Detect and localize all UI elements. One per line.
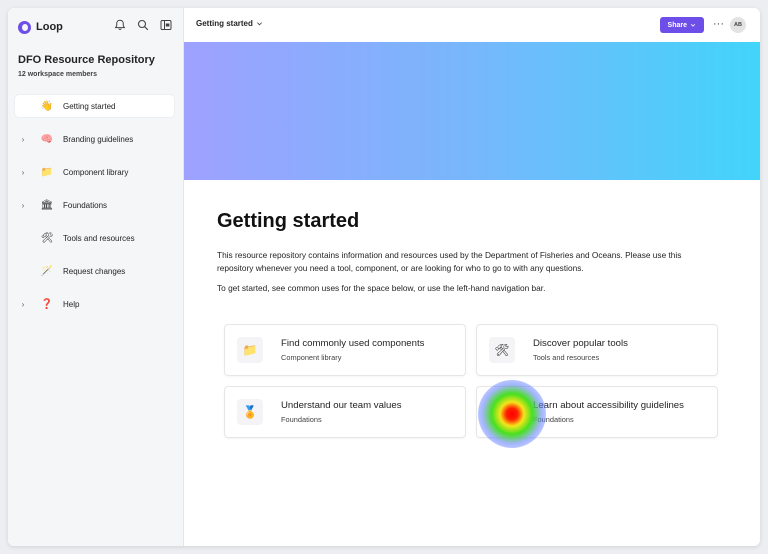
sidebar-item-foundations[interactable]: › 🏛 Foundations (15, 194, 174, 216)
workspace-title[interactable]: DFO Resource Repository (18, 54, 155, 66)
card-title: Discover popular tools (533, 338, 628, 349)
page-content: Getting started This resource repository… (217, 210, 717, 293)
sidebar-item-label: Getting started (63, 101, 116, 111)
sidebar-item-label: Branding guidelines (63, 134, 134, 144)
card-accessibility-guidelines[interactable]: 🏛 Learn about accessibility guidelines F… (477, 387, 717, 437)
chevron-right-icon[interactable]: › (17, 168, 29, 177)
folder-icon: 📁 (40, 166, 54, 178)
question-mark-icon: ❓ (40, 298, 54, 310)
app-name: Loop (36, 21, 63, 33)
card-discover-tools[interactable]: 🛠 Discover popular tools Tools and resou… (477, 325, 717, 375)
sidebar-item-component-library[interactable]: › 📁 Component library (15, 161, 174, 183)
sidebar-item-label: Help (63, 299, 80, 309)
sidebar-nav: 👋 Getting started › 🧠 Branding guideline… (15, 95, 174, 326)
chevron-right-icon[interactable]: › (17, 135, 29, 144)
page-description: This resource repository contains inform… (217, 250, 682, 273)
sidebar-item-branding-guidelines[interactable]: › 🧠 Branding guidelines (15, 128, 174, 150)
workspace-members[interactable]: 12 workspace members (18, 71, 97, 78)
sidebar-item-tools-and-resources[interactable]: 🛠 Tools and resources (15, 227, 174, 249)
search-icon[interactable] (136, 18, 150, 32)
panel-toggle-icon[interactable] (159, 18, 173, 32)
page-instruction: To get started, see common uses for the … (217, 283, 546, 293)
card-title: Find commonly used components (281, 338, 425, 349)
card-title: Understand our team values (281, 400, 402, 411)
folder-icon: 📁 (237, 337, 263, 363)
waving-hand-icon: 👋 (40, 100, 54, 112)
sidebar-item-label: Tools and resources (63, 233, 135, 243)
card-find-components[interactable]: 📁 Find commonly used components Componen… (225, 325, 465, 375)
card-team-values[interactable]: 🏅 Understand our team values Foundations (225, 387, 465, 437)
chevron-right-icon[interactable]: › (17, 201, 29, 210)
tools-icon: 🛠 (489, 337, 515, 363)
card-subtitle: Foundations (281, 415, 322, 424)
page-name: Getting started (196, 19, 253, 28)
chevron-down-icon (256, 22, 262, 26)
loop-logo-icon (18, 20, 31, 34)
share-label: Share (667, 21, 687, 29)
sidebar-item-label: Foundations (63, 200, 108, 210)
card-subtitle: Component library (281, 353, 342, 362)
page-name-menu[interactable]: Getting started (196, 19, 263, 28)
card-subtitle: Foundations (533, 415, 574, 424)
chevron-down-icon (690, 23, 696, 27)
card-subtitle: Tools and resources (533, 353, 600, 362)
sidebar-item-getting-started[interactable]: 👋 Getting started (15, 95, 174, 117)
medal-icon: 🏅 (237, 399, 263, 425)
avatar[interactable]: AB (730, 17, 746, 33)
sidebar: Loop DFO Resource Repository 12 workspac… (8, 8, 184, 546)
card-title: Learn about accessibility guidelines (533, 400, 684, 411)
sidebar-item-label: Component library (63, 167, 129, 177)
share-button[interactable]: Share (659, 17, 704, 33)
page-banner (184, 42, 760, 180)
classical-building-icon: 🏛 (489, 399, 515, 425)
brain-icon: 🧠 (40, 133, 54, 145)
brand[interactable]: Loop (18, 18, 63, 36)
sidebar-item-request-changes[interactable]: 🪄 Request changes (15, 260, 174, 282)
tools-icon: 🛠 (40, 232, 54, 244)
bell-icon[interactable] (113, 18, 127, 32)
more-options-icon[interactable]: ··· (713, 17, 724, 31)
top-bar: Getting started Share ··· AB (184, 8, 760, 42)
sidebar-item-help[interactable]: › ❓ Help (15, 293, 174, 315)
sidebar-item-label: Request changes (63, 266, 126, 276)
classical-building-icon: 🏛 (40, 199, 54, 211)
chevron-right-icon[interactable]: › (17, 300, 29, 309)
magic-wand-icon: 🪄 (40, 265, 54, 277)
page-title: Getting started (217, 210, 360, 232)
sidebar-toolbar (113, 18, 173, 32)
